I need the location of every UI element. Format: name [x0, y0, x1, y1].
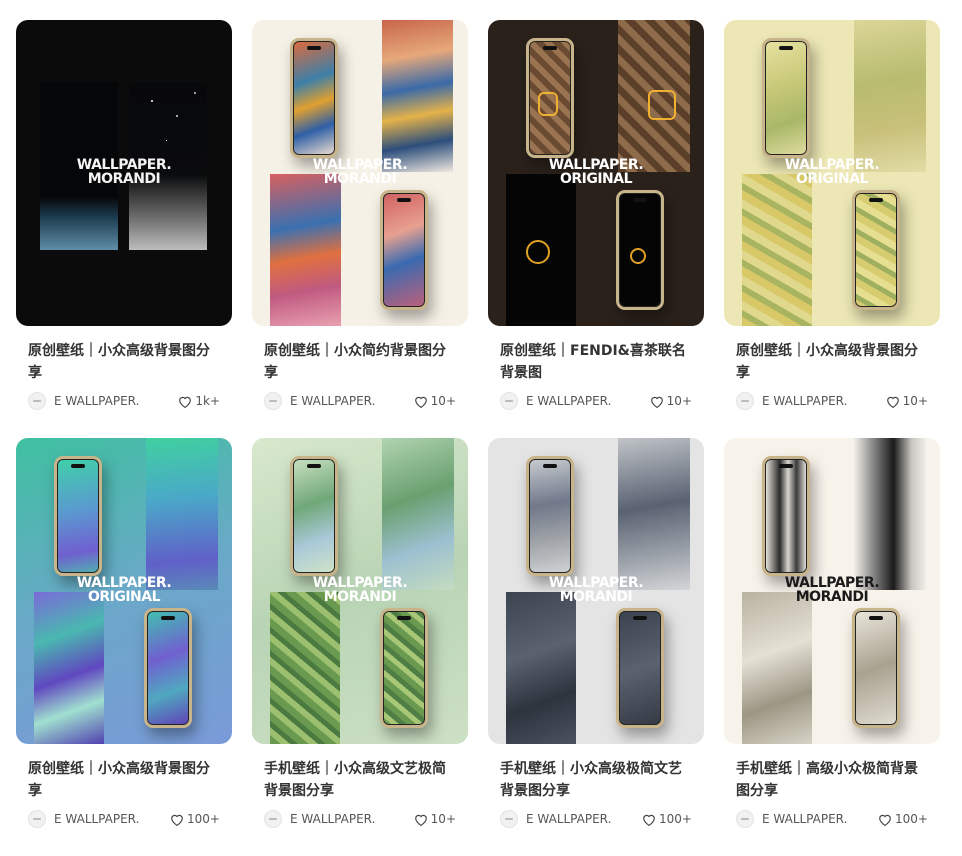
note-meta: E WALLPAPER. 100+	[736, 810, 928, 828]
watermark-line-1: WALLPAPER.	[76, 157, 172, 173]
watermark-line-2: ORIGINAL	[559, 171, 633, 187]
watermark-line-1: WALLPAPER.	[784, 575, 880, 591]
like-button[interactable]: 100+	[642, 812, 692, 826]
watermark-line-2: MORANDI	[87, 171, 161, 187]
like-count: 100+	[895, 812, 928, 826]
like-button[interactable]: 10+	[650, 394, 692, 408]
author-name[interactable]: E WALLPAPER.	[54, 394, 178, 408]
author-avatar[interactable]	[264, 810, 282, 828]
heart-icon	[879, 814, 891, 826]
watermark-line-2: MORANDI	[323, 171, 397, 187]
note-meta: E WALLPAPER. 100+	[28, 810, 220, 828]
note-card[interactable]: WALLPAPER. MORANDI 手机壁纸｜高级小众极简背景图分享 E WA…	[724, 438, 940, 856]
cover-image[interactable]: WALLPAPER. ORIGINAL	[488, 20, 704, 326]
watermark-line-2: ORIGINAL	[795, 171, 869, 187]
watermark-line-1: WALLPAPER.	[548, 157, 644, 173]
cover-watermark: WALLPAPER. MORANDI	[252, 158, 468, 186]
cover-image[interactable]: WALLPAPER. MORANDI	[488, 438, 704, 744]
author-avatar[interactable]	[264, 392, 282, 410]
cover-watermark: WALLPAPER. MORANDI	[252, 576, 468, 604]
like-button[interactable]: 10+	[886, 394, 928, 408]
author-name[interactable]: E WALLPAPER.	[762, 812, 878, 826]
author-name[interactable]: E WALLPAPER.	[290, 394, 414, 408]
author-avatar[interactable]	[500, 392, 518, 410]
watermark-line-2: ORIGINAL	[87, 589, 161, 605]
author-avatar[interactable]	[736, 392, 754, 410]
watermark-line-2: MORANDI	[795, 589, 869, 605]
note-card[interactable]: WALLPAPER. ORIGINAL 原创壁纸｜小众高级背景图分享 E WAL…	[724, 20, 940, 438]
cover-watermark: WALLPAPER. ORIGINAL	[724, 158, 940, 186]
note-meta: E WALLPAPER. 10+	[736, 392, 928, 410]
cover-watermark: WALLPAPER. ORIGINAL	[488, 158, 704, 186]
note-title[interactable]: 手机壁纸｜小众高级文艺极简背景图分享	[264, 758, 456, 802]
note-title[interactable]: 手机壁纸｜小众高级极简文艺背景图分享	[500, 758, 692, 802]
watermark-line-1: WALLPAPER.	[312, 157, 408, 173]
author-avatar[interactable]	[500, 810, 518, 828]
like-count: 100+	[659, 812, 692, 826]
note-card[interactable]: WALLPAPER. MORANDI 手机壁纸｜小众高级极简文艺背景图分享 E …	[488, 438, 704, 856]
watermark-line-2: MORANDI	[559, 589, 633, 605]
note-meta: E WALLPAPER. 10+	[500, 392, 692, 410]
watermark-line-1: WALLPAPER.	[312, 575, 408, 591]
cover-watermark: WALLPAPER. MORANDI	[724, 576, 940, 604]
cover-watermark: WALLPAPER. ORIGINAL	[16, 576, 232, 604]
cover-image[interactable]: WALLPAPER. MORANDI	[252, 438, 468, 744]
like-button[interactable]: 100+	[170, 812, 220, 826]
note-title[interactable]: 原创壁纸｜小众高级背景图分享	[28, 340, 220, 384]
like-count: 10+	[430, 394, 456, 408]
watermark-line-2: MORANDI	[323, 589, 397, 605]
note-meta: E WALLPAPER. 100+	[500, 810, 692, 828]
like-count: 10+	[430, 812, 456, 826]
author-name[interactable]: E WALLPAPER.	[54, 812, 170, 826]
heart-icon	[179, 396, 192, 408]
author-avatar[interactable]	[736, 810, 754, 828]
note-card[interactable]: WALLPAPER. MORANDI 原创壁纸｜小众简约背景图分享 E WALL…	[252, 20, 468, 438]
heart-icon	[643, 814, 655, 826]
cover-watermark: WALLPAPER. MORANDI	[16, 158, 232, 186]
like-count: 100+	[187, 812, 220, 826]
heart-icon	[886, 396, 899, 408]
like-count: 10+	[902, 394, 928, 408]
note-meta: E WALLPAPER. 1k+	[28, 392, 220, 410]
cover-image[interactable]: WALLPAPER. ORIGINAL	[16, 438, 232, 744]
author-name[interactable]: E WALLPAPER.	[762, 394, 886, 408]
wallpaper-feed-grid: WALLPAPER. MORANDI 原创壁纸｜小众高级背景图分享 E WALL…	[16, 20, 940, 856]
note-title[interactable]: 原创壁纸｜小众高级背景图分享	[736, 340, 928, 384]
like-button[interactable]: 1k+	[178, 394, 220, 408]
like-count: 10+	[666, 394, 692, 408]
like-count: 1k+	[195, 394, 220, 408]
heart-icon	[414, 814, 427, 826]
heart-icon	[650, 396, 663, 408]
note-card[interactable]: WALLPAPER. MORANDI 原创壁纸｜小众高级背景图分享 E WALL…	[16, 20, 232, 438]
note-meta: E WALLPAPER. 10+	[264, 810, 456, 828]
author-name[interactable]: E WALLPAPER.	[290, 812, 414, 826]
note-card[interactable]: WALLPAPER. MORANDI 手机壁纸｜小众高级文艺极简背景图分享 E …	[252, 438, 468, 856]
cover-image[interactable]: WALLPAPER. MORANDI	[252, 20, 468, 326]
like-button[interactable]: 10+	[414, 394, 456, 408]
author-avatar[interactable]	[28, 392, 46, 410]
cover-watermark: WALLPAPER. MORANDI	[488, 576, 704, 604]
note-title[interactable]: 原创壁纸｜小众高级背景图分享	[28, 758, 220, 802]
note-title[interactable]: 原创壁纸｜FENDI&喜茶联名背景图	[500, 340, 692, 384]
like-button[interactable]: 100+	[878, 812, 928, 826]
author-name[interactable]: E WALLPAPER.	[526, 394, 650, 408]
watermark-line-1: WALLPAPER.	[784, 157, 880, 173]
note-card[interactable]: WALLPAPER. ORIGINAL 原创壁纸｜小众高级背景图分享 E WAL…	[16, 438, 232, 856]
cover-image[interactable]: WALLPAPER. ORIGINAL	[724, 20, 940, 326]
heart-icon	[171, 814, 183, 826]
watermark-line-1: WALLPAPER.	[548, 575, 644, 591]
note-title[interactable]: 原创壁纸｜小众简约背景图分享	[264, 340, 456, 384]
cover-image[interactable]: WALLPAPER. MORANDI	[16, 20, 232, 326]
note-meta: E WALLPAPER. 10+	[264, 392, 456, 410]
author-avatar[interactable]	[28, 810, 46, 828]
heart-icon	[414, 396, 427, 408]
cover-image[interactable]: WALLPAPER. MORANDI	[724, 438, 940, 744]
note-card[interactable]: WALLPAPER. ORIGINAL 原创壁纸｜FENDI&喜茶联名背景图 E…	[488, 20, 704, 438]
watermark-line-1: WALLPAPER.	[76, 575, 172, 591]
like-button[interactable]: 10+	[414, 812, 456, 826]
author-name[interactable]: E WALLPAPER.	[526, 812, 642, 826]
note-title[interactable]: 手机壁纸｜高级小众极简背景图分享	[736, 758, 928, 802]
